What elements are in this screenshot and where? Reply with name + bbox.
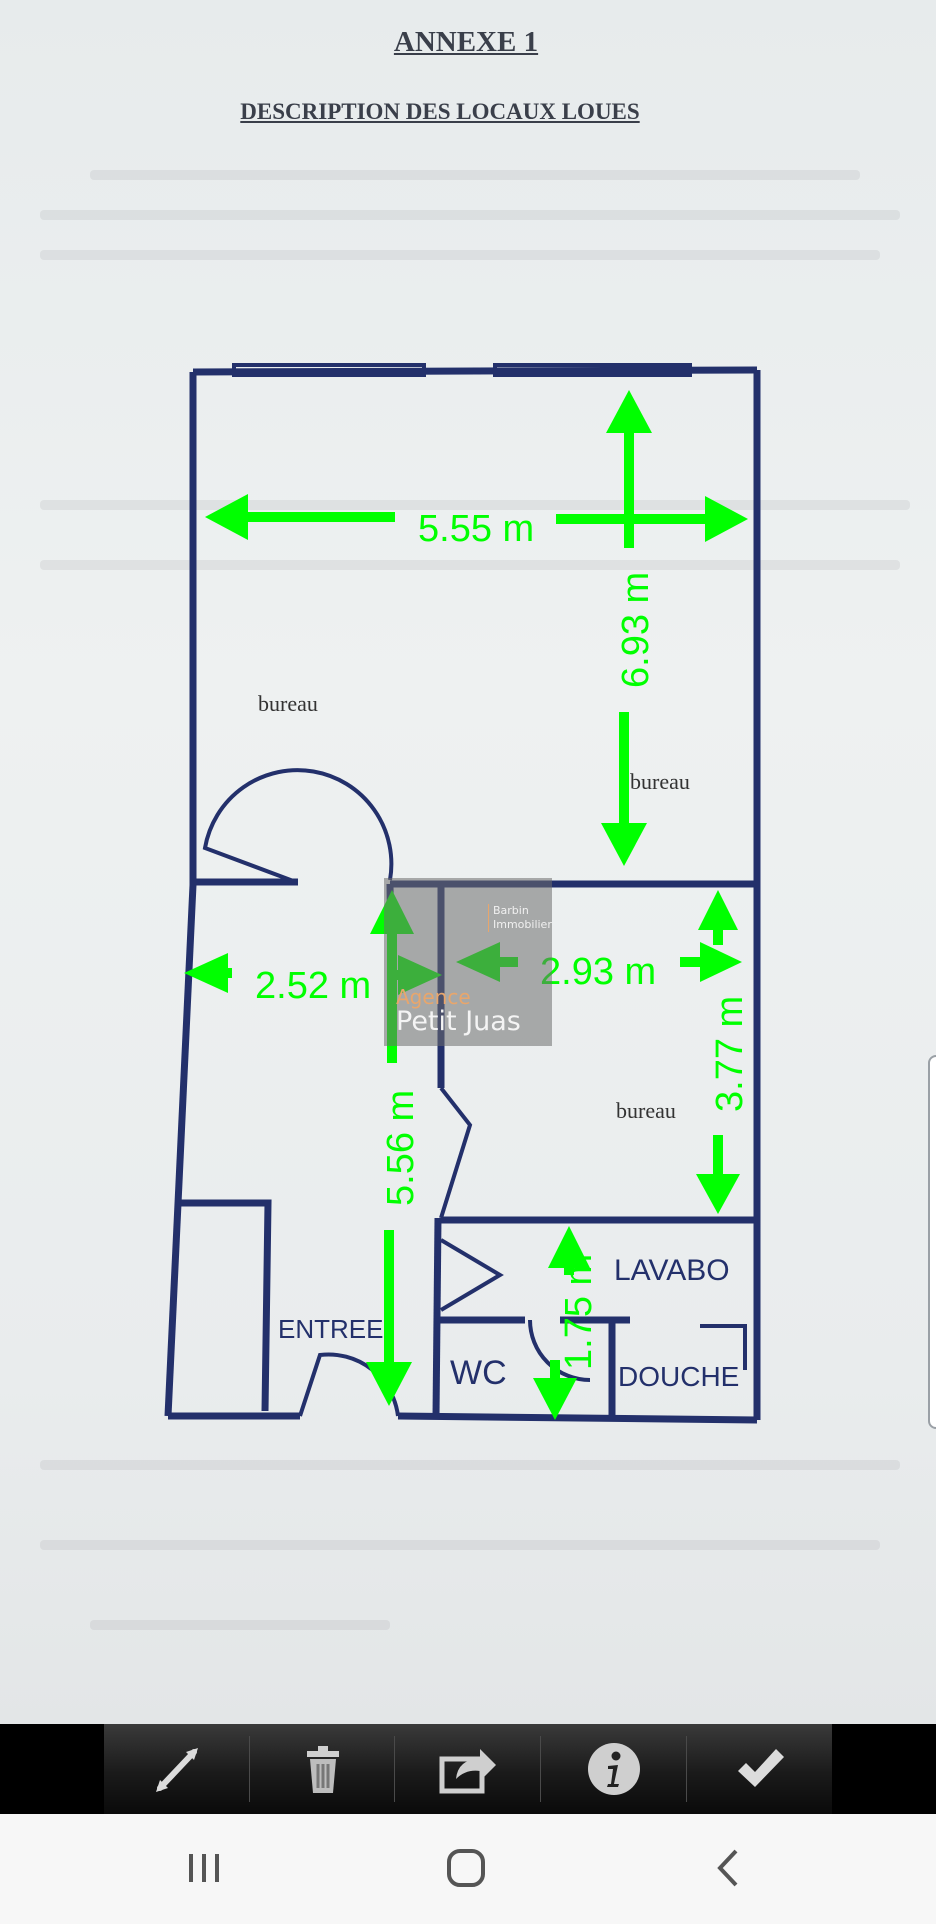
share-button[interactable] xyxy=(395,1724,540,1814)
measurement-label: 1.75 m xyxy=(558,1254,600,1370)
measurement-label: 5.56 m xyxy=(380,1090,422,1206)
measure-button[interactable] xyxy=(104,1724,249,1814)
measurement-label: 3.77 m xyxy=(709,996,751,1112)
room-label: bureau xyxy=(630,769,690,794)
info-button[interactable] xyxy=(541,1724,686,1814)
room-label: DOUCHE xyxy=(618,1361,739,1392)
measurement-label: 5.55 m xyxy=(418,508,534,550)
measurement-label: 6.93 m xyxy=(615,572,657,688)
measurement-label: 2.93 m xyxy=(540,951,656,993)
watermark-brand: Barbin Immobilier xyxy=(488,904,552,932)
recent-apps-button[interactable] xyxy=(164,1838,244,1898)
check-icon xyxy=(737,1749,784,1787)
system-nav-bar xyxy=(0,1814,936,1924)
room-label: LAVABO xyxy=(614,1254,730,1287)
floor-plan: bureau bureau bureau ENTREE WC LAVABO DO… xyxy=(164,363,761,1424)
back-button[interactable] xyxy=(688,1838,768,1898)
confirm-button[interactable] xyxy=(687,1724,832,1814)
room-label: bureau xyxy=(258,691,318,716)
delete-button[interactable] xyxy=(250,1724,395,1814)
recent-apps-icon xyxy=(189,1854,219,1882)
room-label: bureau xyxy=(616,1098,676,1123)
home-button[interactable] xyxy=(426,1838,506,1898)
measure-line-icon xyxy=(155,1748,198,1792)
editor-toolbar xyxy=(0,1724,936,1814)
home-icon xyxy=(447,1849,485,1887)
room-label: WC xyxy=(450,1354,507,1392)
document-photo: ANNEXE 1 DESCRIPTION DES LOCAUX LOUES bu… xyxy=(0,0,936,1724)
share-icon xyxy=(439,1749,496,1794)
room-label: ENTREE xyxy=(278,1314,383,1344)
trash-icon xyxy=(306,1746,339,1793)
watermark-agency-name: Petit Juas xyxy=(396,1006,521,1037)
back-icon xyxy=(717,1849,738,1887)
measurement-label: 2.52 m xyxy=(255,965,371,1007)
info-icon xyxy=(587,1743,640,1795)
edge-panel-handle[interactable] xyxy=(928,1055,936,1429)
